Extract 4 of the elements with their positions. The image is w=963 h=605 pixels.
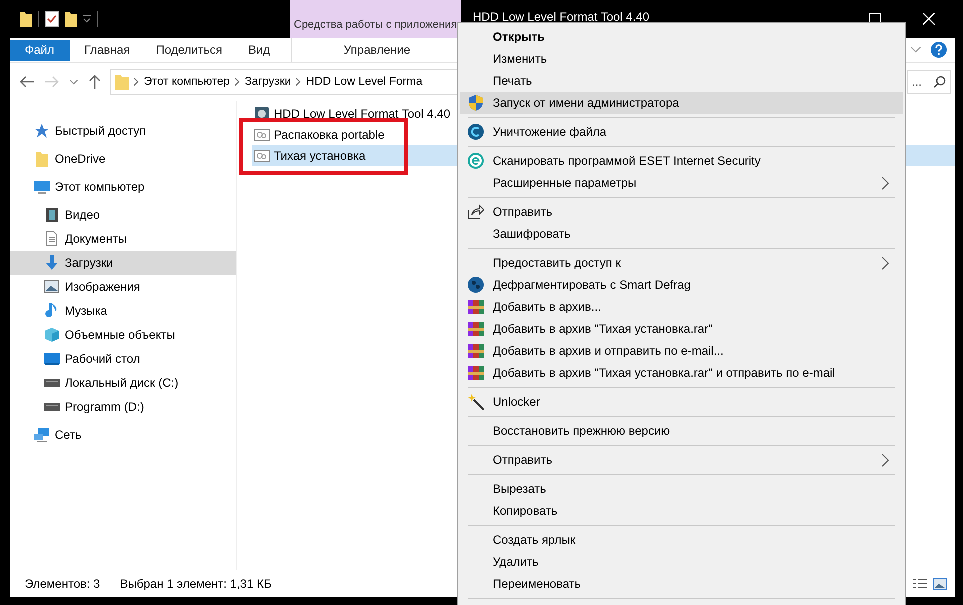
window-title: HDD Low Level Format Tool 4.40 — [473, 12, 650, 22]
context-tab-group: Средства работы с приложения — [290, 0, 461, 38]
item-count: Элементов: 3 — [25, 576, 100, 590]
selection-info: Выбран 1 элемент: 1,31 КБ — [120, 576, 272, 590]
